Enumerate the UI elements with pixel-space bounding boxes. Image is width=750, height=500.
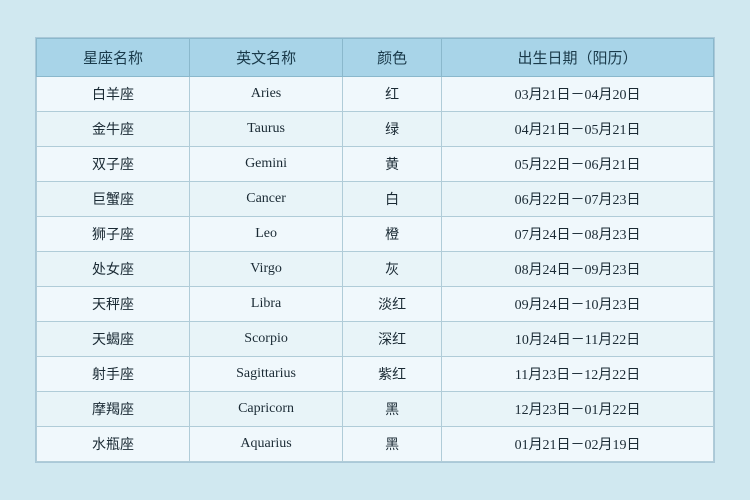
cell-row7-col1: Scorpio [190,322,343,357]
table-row: 水瓶座Aquarius黑01月21日－02月19日 [37,427,714,462]
cell-row1-col3: 04月21日－05月21日 [442,112,714,147]
cell-row5-col1: Virgo [190,252,343,287]
cell-row9-col3: 12月23日－01月22日 [442,392,714,427]
table-row: 双子座Gemini黄05月22日－06月21日 [37,147,714,182]
cell-row5-col0: 处女座 [37,252,190,287]
table-row: 射手座Sagittarius紫红11月23日－12月22日 [37,357,714,392]
cell-row9-col0: 摩羯座 [37,392,190,427]
header-col-2: 颜色 [343,39,442,77]
cell-row9-col1: Capricorn [190,392,343,427]
cell-row2-col3: 05月22日－06月21日 [442,147,714,182]
cell-row0-col3: 03月21日－04月20日 [442,77,714,112]
cell-row1-col1: Taurus [190,112,343,147]
table-row: 巨蟹座Cancer白06月22日－07月23日 [37,182,714,217]
cell-row8-col1: Sagittarius [190,357,343,392]
cell-row8-col3: 11月23日－12月22日 [442,357,714,392]
cell-row4-col3: 07月24日－08月23日 [442,217,714,252]
table-row: 白羊座Aries红03月21日－04月20日 [37,77,714,112]
cell-row1-col0: 金牛座 [37,112,190,147]
cell-row3-col3: 06月22日－07月23日 [442,182,714,217]
cell-row8-col0: 射手座 [37,357,190,392]
cell-row8-col2: 紫红 [343,357,442,392]
cell-row6-col1: Libra [190,287,343,322]
cell-row3-col0: 巨蟹座 [37,182,190,217]
table-row: 狮子座Leo橙07月24日－08月23日 [37,217,714,252]
cell-row6-col0: 天秤座 [37,287,190,322]
cell-row5-col2: 灰 [343,252,442,287]
zodiac-table-container: 星座名称英文名称颜色出生日期（阳历） 白羊座Aries红03月21日－04月20… [35,37,715,463]
cell-row10-col0: 水瓶座 [37,427,190,462]
cell-row2-col0: 双子座 [37,147,190,182]
header-col-1: 英文名称 [190,39,343,77]
cell-row0-col0: 白羊座 [37,77,190,112]
table-body: 白羊座Aries红03月21日－04月20日金牛座Taurus绿04月21日－0… [37,77,714,462]
table-row: 摩羯座Capricorn黑12月23日－01月22日 [37,392,714,427]
cell-row4-col1: Leo [190,217,343,252]
cell-row10-col2: 黑 [343,427,442,462]
cell-row1-col2: 绿 [343,112,442,147]
cell-row3-col1: Cancer [190,182,343,217]
cell-row10-col1: Aquarius [190,427,343,462]
cell-row7-col0: 天蝎座 [37,322,190,357]
table-row: 金牛座Taurus绿04月21日－05月21日 [37,112,714,147]
cell-row7-col3: 10月24日－11月22日 [442,322,714,357]
cell-row0-col1: Aries [190,77,343,112]
cell-row10-col3: 01月21日－02月19日 [442,427,714,462]
cell-row3-col2: 白 [343,182,442,217]
table-header-row: 星座名称英文名称颜色出生日期（阳历） [37,39,714,77]
cell-row5-col3: 08月24日－09月23日 [442,252,714,287]
cell-row4-col0: 狮子座 [37,217,190,252]
cell-row6-col2: 淡红 [343,287,442,322]
table-row: 处女座Virgo灰08月24日－09月23日 [37,252,714,287]
cell-row2-col2: 黄 [343,147,442,182]
header-col-3: 出生日期（阳历） [442,39,714,77]
cell-row0-col2: 红 [343,77,442,112]
cell-row9-col2: 黑 [343,392,442,427]
cell-row4-col2: 橙 [343,217,442,252]
table-row: 天蝎座Scorpio深红10月24日－11月22日 [37,322,714,357]
zodiac-table: 星座名称英文名称颜色出生日期（阳历） 白羊座Aries红03月21日－04月20… [36,38,714,462]
table-row: 天秤座Libra淡红09月24日－10月23日 [37,287,714,322]
cell-row6-col3: 09月24日－10月23日 [442,287,714,322]
cell-row7-col2: 深红 [343,322,442,357]
cell-row2-col1: Gemini [190,147,343,182]
header-col-0: 星座名称 [37,39,190,77]
